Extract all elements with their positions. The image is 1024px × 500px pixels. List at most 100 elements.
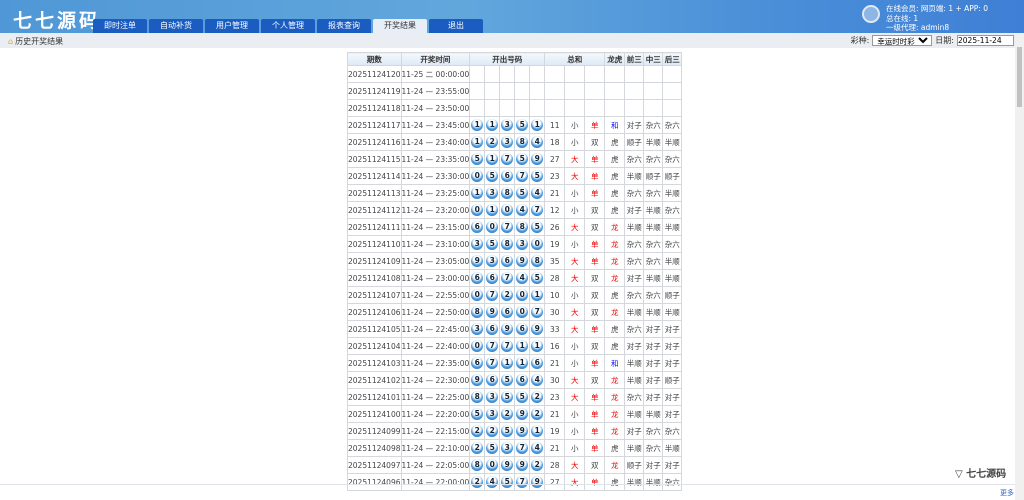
ball-cell: 5 — [529, 167, 546, 185]
draw-time: 11-24 — 22:20:00 — [400, 405, 471, 423]
date-input[interactable] — [957, 35, 1014, 46]
draw-time: 11-24 — 22:05:00 — [400, 456, 471, 474]
number-ball: 4 — [531, 442, 544, 454]
number-ball: 5 — [531, 272, 544, 284]
big-small: 小 — [564, 235, 586, 253]
ball-cell — [529, 82, 546, 100]
back-three: 半顺 — [662, 184, 683, 202]
number-ball: 6 — [501, 306, 514, 318]
middle-three: 杂六 — [643, 252, 664, 270]
nav-tab-1[interactable]: 自动补货 — [149, 19, 203, 33]
nav-tab-0[interactable]: 即时注单 — [93, 19, 147, 33]
number-ball: 1 — [516, 340, 529, 352]
number-ball: 5 — [486, 442, 499, 454]
game-select[interactable]: 幸运时时彩 — [872, 35, 933, 46]
sum: 10 — [544, 286, 566, 304]
number-ball: 5 — [501, 391, 514, 403]
scrollbar-thumb[interactable] — [1017, 47, 1022, 107]
scrollbar[interactable] — [1015, 33, 1024, 500]
ball-cell: 7 — [499, 150, 516, 168]
ball-cell: 0 — [469, 337, 486, 355]
table-row: 20251124097 11-24 — 22:05:00 8 0 9 9 2 28 大双龙顺子对… — [347, 456, 683, 474]
number-ball: 0 — [516, 306, 529, 318]
nav-tab-5[interactable]: 开奖结果 — [373, 19, 427, 33]
middle-three: 半顺 — [643, 201, 664, 219]
back-three: 对子 — [662, 405, 683, 423]
number-ball: 1 — [531, 289, 544, 301]
number-ball: 8 — [516, 136, 529, 148]
ball-cell: 1 — [529, 422, 546, 440]
issue-number: 20251124114 — [347, 167, 402, 185]
issue-number: 20251124106 — [347, 303, 402, 321]
dragon-tiger: 和 — [604, 116, 626, 134]
middle-three: 对子 — [643, 388, 664, 406]
total-online: 总在线: 1 — [886, 13, 919, 23]
middle-three: 杂六 — [643, 286, 664, 304]
ball-cell: 0 — [514, 286, 531, 304]
ball-cell: 0 — [484, 218, 501, 236]
ball-cell: 1 — [484, 150, 501, 168]
game-label: 彩种: — [850, 36, 870, 45]
ball-cell — [514, 82, 531, 100]
odd-even: 单 — [584, 354, 606, 372]
ball-cell: 7 — [514, 167, 531, 185]
big-small — [564, 65, 586, 83]
issue-number: 20251124112 — [347, 201, 402, 219]
dragon-tiger — [604, 65, 626, 83]
number-ball: 6 — [486, 323, 499, 335]
ball-cell: 6 — [469, 218, 486, 236]
logo: 七七源码 — [13, 10, 102, 32]
draw-time: 11-24 — 22:30:00 — [400, 371, 471, 389]
ball-cell: 1 — [529, 116, 546, 134]
back-three: 顺子 — [662, 371, 683, 389]
ball-cell: 7 — [514, 439, 531, 457]
draw-time: 11-24 — 23:35:00 — [400, 150, 471, 168]
number-ball: 9 — [531, 153, 544, 165]
big-small: 大 — [564, 371, 586, 389]
front-three: 半顺 — [624, 303, 645, 321]
table-row: 20251124109 11-24 — 23:05:00 9 3 6 9 8 35 大单龙杂六杂… — [347, 252, 683, 270]
dragon-tiger: 虎 — [604, 184, 626, 202]
odd-even: 单 — [584, 473, 606, 491]
number-ball: 6 — [486, 374, 499, 386]
number-ball: 5 — [531, 221, 544, 233]
ball-cell: 1 — [469, 116, 486, 134]
big-small: 大 — [564, 218, 586, 236]
ball-cell — [499, 99, 516, 117]
odd-even: 单 — [584, 439, 606, 457]
odd-even — [584, 99, 606, 117]
table-row: 20251124113 11-24 — 23:25:00 1 3 8 5 4 21 小单虎杂六杂… — [347, 184, 683, 202]
nav-tab-6[interactable]: 退出 — [429, 19, 483, 33]
ball-cell: 2 — [499, 286, 516, 304]
ball-cell: 1 — [514, 354, 531, 372]
number-ball: 0 — [471, 204, 484, 216]
number-ball: 7 — [531, 204, 544, 216]
dragon-tiger: 龙 — [604, 252, 626, 270]
number-ball: 9 — [501, 459, 514, 471]
nav-tab-3[interactable]: 个人管理 — [261, 19, 315, 33]
number-ball: 6 — [501, 170, 514, 182]
toolbar: ⌂ 历史开奖结果 彩种: 幸运时时彩 日期: — [0, 33, 1024, 48]
number-ball: 3 — [501, 119, 514, 131]
nav-tab-2[interactable]: 用户管理 — [205, 19, 259, 33]
sum: 21 — [544, 184, 566, 202]
issue-number: 20251124097 — [347, 456, 402, 474]
sum: 21 — [544, 405, 566, 423]
online-info: 在线会员: 网页端: 1 + APP: 0 总在线: 1 一级代理: admin… — [886, 4, 988, 33]
number-ball: 8 — [471, 459, 484, 471]
ball-cell: 9 — [499, 456, 516, 474]
number-ball: 5 — [501, 425, 514, 437]
number-ball: 5 — [516, 153, 529, 165]
nav-tab-4[interactable]: 报表查询 — [317, 19, 371, 33]
ball-cell: 1 — [499, 354, 516, 372]
draw-time: 11-24 — 22:10:00 — [400, 439, 471, 457]
ball-cell: 4 — [484, 473, 501, 491]
number-ball: 1 — [501, 357, 514, 369]
more-link[interactable]: 更多 — [1000, 488, 1014, 498]
number-ball: 8 — [501, 238, 514, 250]
user-avatar-icon — [862, 5, 880, 23]
ball-cell: 0 — [469, 167, 486, 185]
ball-cell: 1 — [469, 133, 486, 151]
ball-cell: 8 — [469, 456, 486, 474]
odd-even: 双 — [584, 201, 606, 219]
